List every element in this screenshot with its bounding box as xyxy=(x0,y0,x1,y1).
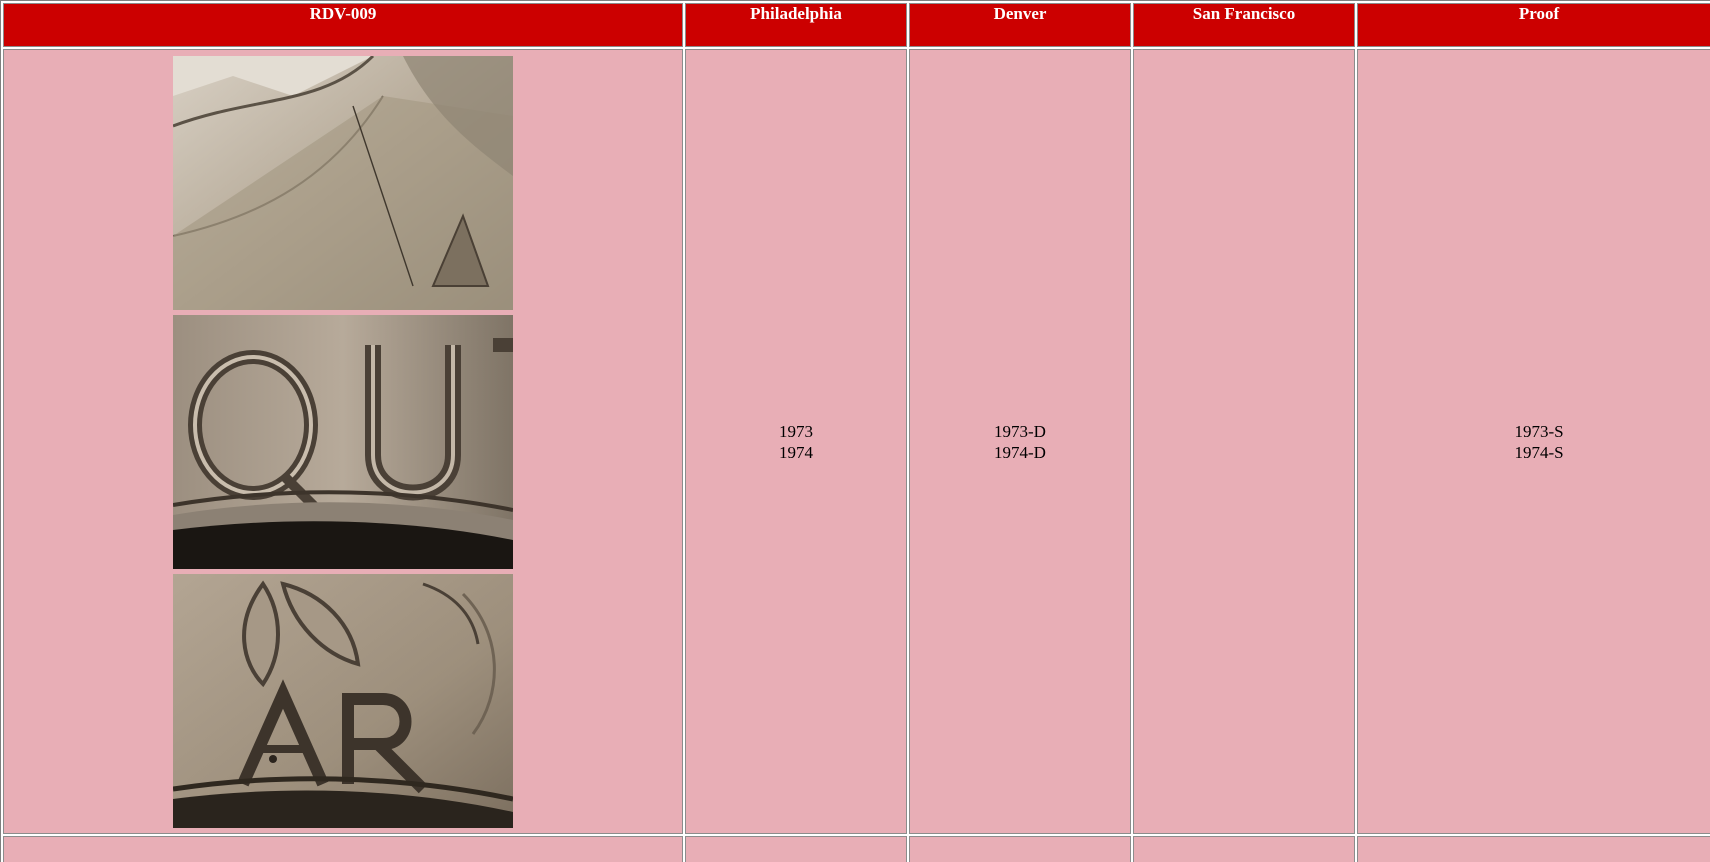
proof-year-1: 1973-S xyxy=(1514,421,1564,441)
header-proof: Proof xyxy=(1357,3,1710,47)
philadelphia-cell: 1973 1974 xyxy=(685,49,907,834)
proof-year-2: 1974-S xyxy=(1514,442,1564,462)
empty-cell xyxy=(909,836,1131,862)
empty-cell xyxy=(1357,836,1710,862)
san-francisco-cell xyxy=(1133,49,1355,834)
header-san-francisco: San Francisco xyxy=(1133,3,1355,47)
variety-table: RDV-009 Philadelphia Denver San Francisc… xyxy=(0,0,1710,862)
close-up-photo-2-quarter-letters-QU[interactable] xyxy=(173,314,513,569)
photo-cell xyxy=(3,49,683,834)
philadelphia-year-2: 1974 xyxy=(779,442,813,462)
empty-cell xyxy=(685,836,907,862)
header-row: RDV-009 Philadelphia Denver San Francisc… xyxy=(3,3,1710,47)
header-denver: Denver xyxy=(909,3,1131,47)
header-philadelphia: Philadelphia xyxy=(685,3,907,47)
philadelphia-year-1: 1973 xyxy=(779,421,813,441)
table-row: 1973 1974 1973-D 1974-D 1973-S 1974-S xyxy=(3,49,1710,834)
empty-cell xyxy=(1133,836,1355,862)
header-variety: RDV-009 xyxy=(3,3,683,47)
table-row-empty xyxy=(3,836,1710,862)
denver-year-2: 1974-D xyxy=(994,442,1046,462)
denver-year-1: 1973-D xyxy=(994,421,1046,441)
close-up-photo-3-letters-AR[interactable] xyxy=(173,573,513,828)
close-up-photo-1[interactable] xyxy=(173,55,513,310)
photo-stack xyxy=(173,55,513,828)
denver-cell: 1973-D 1974-D xyxy=(909,49,1131,834)
empty-cell xyxy=(3,836,683,862)
proof-cell: 1973-S 1974-S xyxy=(1357,49,1710,834)
